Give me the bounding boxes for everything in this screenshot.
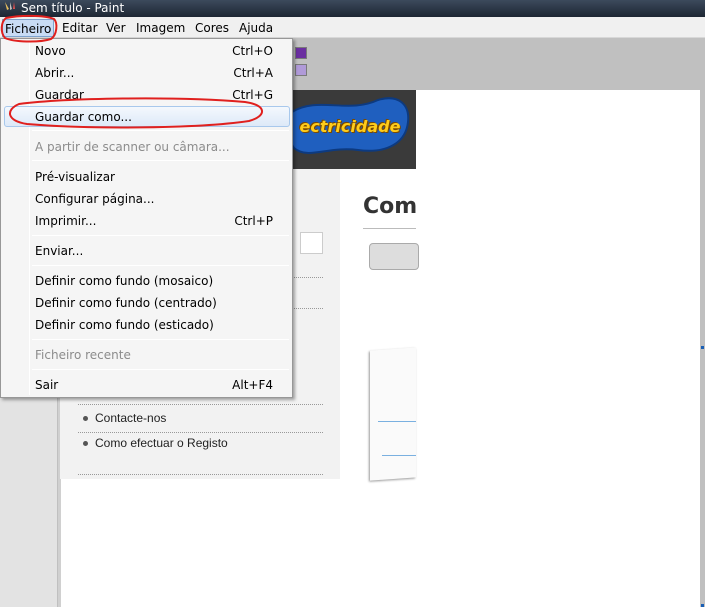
menu-separator bbox=[32, 160, 289, 161]
menu-item-fundo-esticado[interactable]: Definir como fundo (esticado) bbox=[4, 315, 290, 336]
menu-item-sair[interactable]: Sair Alt+F4 bbox=[4, 375, 290, 396]
menu-item-enviar[interactable]: Enviar... bbox=[4, 241, 290, 262]
menu-item-imprimir[interactable]: Imprimir... Ctrl+P bbox=[4, 211, 290, 232]
logo-text: ectricidade bbox=[299, 117, 401, 136]
menu-item-configurar-pagina[interactable]: Configurar página... bbox=[4, 189, 290, 210]
menu-item-guardar-como[interactable]: Guardar como... bbox=[4, 106, 290, 127]
color-swatch-lavender[interactable] bbox=[295, 64, 307, 76]
doc-line bbox=[382, 455, 416, 456]
title-bar: Sem título - Paint bbox=[0, 0, 705, 17]
pasted-document-image bbox=[370, 347, 416, 481]
file-menu-dropdown: Novo Ctrl+O Abrir... Ctrl+A Guardar Ctrl+G … bbox=[0, 38, 293, 398]
menu-item-guardar[interactable]: Guardar Ctrl+G bbox=[4, 85, 290, 106]
window-title: Sem título - Paint bbox=[21, 1, 125, 15]
menu-separator bbox=[32, 339, 289, 340]
menu-item-abrir[interactable]: Abrir... Ctrl+A bbox=[4, 63, 290, 84]
doc-line bbox=[378, 421, 416, 422]
menu-separator bbox=[32, 265, 289, 266]
pasted-search-box bbox=[300, 232, 323, 254]
menu-item-ficheiro-recente: Ficheiro recente bbox=[35, 348, 131, 362]
side-link: Como efectuar o Registo bbox=[83, 436, 228, 450]
divider bbox=[78, 432, 323, 433]
menu-cores[interactable]: Cores bbox=[193, 19, 231, 37]
menu-separator bbox=[32, 130, 289, 131]
heading-divider bbox=[363, 228, 416, 229]
menu-item-pre-visualizar[interactable]: Pré-visualizar bbox=[4, 167, 290, 188]
menu-separator bbox=[32, 369, 289, 370]
side-link: Contacte-nos bbox=[83, 411, 166, 425]
menu-ver[interactable]: Ver bbox=[104, 19, 128, 37]
paint-app-icon bbox=[5, 2, 15, 10]
menu-ficheiro[interactable]: Ficheiro bbox=[2, 19, 55, 37]
menu-item-fundo-centrado[interactable]: Definir como fundo (centrado) bbox=[4, 293, 290, 314]
divider bbox=[78, 474, 323, 475]
menu-item-fundo-mosaico[interactable]: Definir como fundo (mosaico) bbox=[4, 271, 290, 292]
menu-imagem[interactable]: Imagem bbox=[134, 19, 187, 37]
menu-item-scanner: A partir de scanner ou câmara... bbox=[35, 140, 230, 154]
resize-handle[interactable] bbox=[701, 346, 704, 349]
menu-item-novo[interactable]: Novo Ctrl+O bbox=[4, 41, 290, 62]
pasted-gray-box bbox=[369, 243, 419, 270]
menu-editar[interactable]: Editar bbox=[60, 19, 100, 37]
page-heading: Com bbox=[363, 194, 418, 219]
menu-bar: Ficheiro Editar Ver Imagem Cores Ajuda bbox=[0, 17, 705, 38]
divider bbox=[78, 404, 323, 405]
color-swatch-purple[interactable] bbox=[295, 47, 307, 59]
menu-separator bbox=[32, 235, 289, 236]
menu-ajuda[interactable]: Ajuda bbox=[237, 19, 275, 37]
